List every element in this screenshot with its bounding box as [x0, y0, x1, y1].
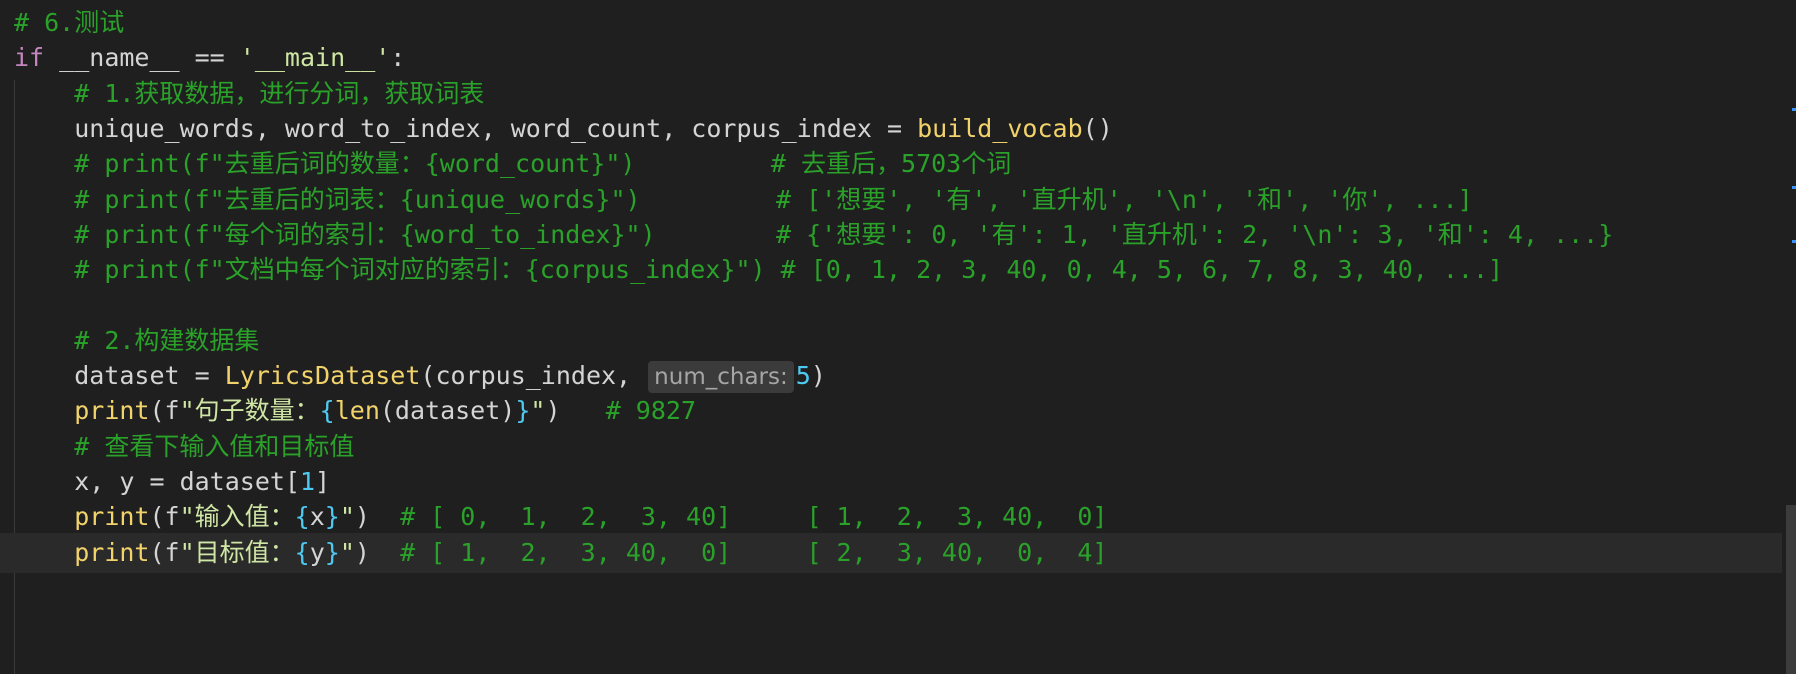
code-token-comment: # 6.测试 [14, 8, 125, 37]
code-token-plain: () [1082, 113, 1113, 143]
code-token-plain: (f [149, 537, 180, 567]
code-token-number: } [515, 396, 531, 426]
code-line[interactable]: # print(f"文档中每个词对应的索引：{corpus_index}") #… [0, 250, 1796, 290]
code-token-number: 5 [795, 361, 811, 390]
vertical-scrollbar[interactable] [1782, 0, 1796, 674]
code-line[interactable]: unique_words, word_to_index, word_count,… [0, 109, 1796, 149]
code-token-plain: ] [315, 466, 331, 496]
code-line[interactable]: # 1.获取数据，进行分词，获取词表 [0, 74, 1796, 114]
code-token-comment: # print(f"文档中每个词对应的索引：{corpus_index}") #… [74, 255, 1504, 285]
scrollbar-marker [1792, 108, 1796, 111]
code-token-function: print [74, 396, 150, 426]
code-line[interactable]: print(f"句子数量：{len(dataset)}") # 9827 [0, 391, 1796, 431]
code-token-plain: (corpus_index, [420, 361, 647, 390]
scrollbar-marker [1792, 186, 1796, 189]
code-token-comment: # 2.构建数据集 [74, 325, 260, 355]
code-line[interactable]: # 2.构建数据集 [0, 321, 1796, 361]
code-token-comment: # [ 1, 2, 3, 40, 0] [ 2, 3, 40, 0, 4] [400, 537, 1108, 567]
code-line[interactable]: dataset = LyricsDataset(corpus_index, nu… [0, 356, 1796, 396]
scrollbar-marker [1792, 240, 1796, 243]
code-token-plain: ) [354, 502, 401, 532]
code-token-plain: y [309, 537, 325, 567]
code-token-comment: # 查看下输入值和目标值 [74, 431, 355, 461]
code-token-comment: # 1.获取数据，进行分词，获取词表 [74, 78, 485, 108]
code-token-string: " [339, 502, 355, 532]
code-token-string: "目标值： [179, 537, 295, 567]
code-token-string: " [339, 537, 355, 567]
code-token-function: len [334, 396, 380, 426]
code-token-number: { [319, 396, 335, 426]
code-token-comment: # 9827 [605, 396, 696, 426]
code-token-string: '__main__' [239, 43, 391, 73]
code-token-keyword: if [14, 43, 45, 73]
code-line[interactable]: # print(f"去重后词的数量：{word_count}") # 去重后，5… [0, 144, 1796, 184]
code-token-string: " [530, 396, 546, 426]
code-token-comment: # print(f"去重后的词表：{unique_words}") # ['想要… [74, 184, 1473, 214]
current-code-line[interactable]: print(f"目标值：{y}") # [ 1, 2, 3, 40, 0] [ … [0, 532, 1796, 573]
code-line[interactable]: if __name__ == '__main__': [0, 38, 1796, 78]
code-token-plain: : [390, 43, 406, 73]
code-token-plain: ) [354, 537, 401, 567]
code-token-function: LyricsDataset [224, 361, 421, 390]
code-token-plain: (f [149, 396, 180, 426]
code-token-plain: (f [149, 502, 180, 532]
code-token-number: } [324, 502, 340, 532]
code-line[interactable]: print(f"输入值：{x}") # [ 0, 1, 2, 3, 40] [ … [0, 497, 1796, 537]
code-token-number: } [324, 537, 340, 567]
code-token-plain: unique_words, word_to_index, word_count,… [14, 113, 918, 143]
code-line[interactable]: x, y = dataset[1] [0, 462, 1796, 502]
code-editor[interactable]: # 6.测试 if __name__ == '__main__': # 1.获取数… [0, 0, 1796, 674]
code-token-comment: # [ 0, 1, 2, 3, 40] [ 1, 2, 3, 40, 0] [400, 502, 1108, 532]
code-token-plain: dataset = [14, 361, 225, 390]
code-token-number: 1 [299, 466, 316, 496]
code-line[interactable]: # print(f"每个词的索引：{word_to_index}") # {'想… [0, 215, 1796, 255]
scrollbar-thumb[interactable] [1786, 505, 1796, 674]
code-token-plain: x [309, 502, 325, 532]
code-token-plain: x, y = dataset[ [14, 466, 300, 496]
code-token-comment: # print(f"每个词的索引：{word_to_index}") # {'想… [74, 219, 1614, 249]
code-token-plain: ) [545, 396, 606, 426]
code-line[interactable]: # 查看下输入值和目标值 [0, 427, 1796, 467]
code-token-number: { [294, 537, 310, 567]
code-token-plain: (dataset) [379, 396, 516, 426]
code-token-plain: __name__ == [44, 43, 240, 73]
code-token-function: print [74, 537, 150, 567]
code-token-string: "句子数量： [179, 396, 320, 426]
code-token-comment: # print(f"去重后词的数量：{word_count}") # 去重后，5… [74, 149, 1012, 179]
parameter-hint: num_chars: [648, 361, 794, 393]
code-token-plain: ) [810, 361, 826, 390]
code-line[interactable]: # 6.测试 [0, 3, 1796, 43]
code-token-function: build_vocab [917, 113, 1083, 143]
code-token-number: { [294, 502, 310, 532]
code-token-string: "输入值： [179, 502, 295, 532]
code-line[interactable]: # print(f"去重后的词表：{unique_words}") # ['想要… [0, 180, 1796, 220]
code-line[interactable] [0, 285, 1796, 325]
code-token-function: print [74, 502, 150, 532]
